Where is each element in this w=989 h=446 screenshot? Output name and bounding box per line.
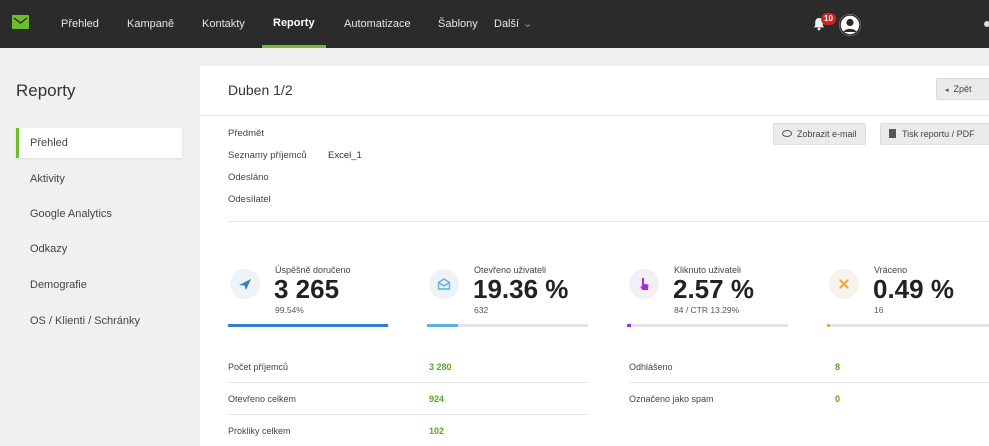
close-x-icon (829, 269, 859, 299)
stat-bounced-progress-fill (827, 324, 830, 327)
document-icon (889, 129, 896, 139)
stat-clicked-sub: 84 / CTR 13.29% (674, 305, 740, 315)
recipients-count-value: 3 280 (429, 362, 452, 372)
sidebar-item-odkazy[interactable]: Odkazy (16, 234, 182, 264)
marked-spam-label: Označeno jako spam (629, 394, 714, 404)
stat-bounced-value: 0.49 % (873, 274, 954, 304)
nav-item-kampane[interactable]: Kampaně (127, 0, 174, 48)
chevron-down-icon: ⌄ (523, 18, 533, 30)
nav-item-prehled[interactable]: Přehled (61, 0, 99, 48)
nav-item-dalsi-label: Další (494, 18, 520, 30)
nav-item-sablony-label: Šablony (438, 18, 478, 30)
user-avatar-icon[interactable] (839, 14, 861, 36)
stat-clicked-progress (627, 324, 788, 327)
sent-label: Odesláno (228, 172, 269, 183)
stat-clicked-progress-fill (627, 324, 631, 327)
sidebar-item-aktivity[interactable]: Aktivity (16, 164, 182, 194)
stat-opened-value: 19.36 % (473, 274, 569, 304)
nav-item-sablony[interactable]: Šablony (438, 0, 478, 48)
top-navigation-bar: Přehled Kampaně Kontakty Reporty Automat… (0, 0, 989, 48)
opened-total-label: Otevřeno celkem (228, 394, 297, 404)
stat-opened-progress (427, 324, 588, 327)
nav-item-automatizace[interactable]: Automatizace (344, 0, 411, 48)
nav-item-reporty[interactable]: Reporty (262, 0, 326, 48)
recipient-lists-value[interactable]: Excel_1 (328, 150, 362, 161)
sidebar-item-os-klienti-schranky[interactable]: OS / Klienti / Schránky (16, 306, 182, 336)
sender-label: Odesílatel (228, 194, 271, 205)
sidebar-title: Reporty (16, 81, 76, 100)
marked-spam-value: 0 (835, 394, 841, 404)
nav-item-kontakty[interactable]: Kontakty (202, 0, 245, 48)
stat-bounced-progress (827, 324, 989, 327)
stat-clicked-value: 2.57 % (673, 274, 754, 304)
opened-total-value: 924 (429, 394, 445, 404)
back-button[interactable]: ◂ Zpět (936, 78, 989, 100)
table-row-divider (629, 382, 989, 383)
show-email-button[interactable]: Zobrazit e-mail (773, 123, 866, 145)
sidebar-item-google-analytics[interactable]: Google Analytics (16, 199, 182, 229)
envelope-open-icon (429, 269, 459, 299)
stat-delivered-progress (228, 324, 389, 327)
recipients-count-label: Počet příjemců (228, 362, 289, 372)
unsubscribed-value: 8 (835, 362, 841, 372)
stat-delivered-value: 3 265 (274, 274, 340, 304)
report-main-panel: Duben 1/2 ◂ Zpět Předmět Seznamy příjemců… (200, 66, 989, 446)
stat-delivered-progress-fill (228, 324, 388, 327)
unsubscribed-label: Odhlášeno (629, 362, 673, 372)
stat-opened-sub: 632 (474, 305, 489, 315)
clicks-total-label: Prokliky celkem (228, 426, 291, 436)
chevron-left-icon: ◂ (945, 87, 949, 94)
table-row-divider (228, 382, 588, 383)
eye-icon (782, 130, 792, 138)
subject-label: Předmět (228, 128, 264, 139)
show-email-label: Zobrazit e-mail (797, 129, 857, 139)
print-report-label: Tisk reportu / PDF (902, 129, 975, 139)
stat-delivered-sub: 99.54% (275, 305, 304, 315)
back-button-label: Zpět (953, 84, 972, 94)
table-row-divider (228, 414, 588, 415)
paper-plane-icon (230, 269, 260, 299)
section-divider (228, 221, 989, 222)
notification-count-badge: 10 (821, 13, 836, 25)
page-title: Duben 1/2 (228, 82, 293, 98)
more-indicator-icon[interactable] (984, 21, 989, 27)
pointer-hand-icon (629, 269, 659, 299)
stat-opened-progress-fill (427, 324, 458, 327)
sidebar-item-demografie[interactable]: Demografie (16, 270, 182, 300)
stat-bounced-sub: 16 (874, 305, 884, 315)
clicks-total-value: 102 (429, 426, 445, 436)
print-report-button[interactable]: Tisk reportu / PDF (880, 123, 989, 145)
sidebar-item-prehled[interactable]: Přehled (16, 128, 182, 158)
nav-item-dalsi[interactable]: Další ⌄ (494, 0, 532, 48)
recipient-lists-label: Seznamy příjemců (228, 150, 307, 161)
report-header: Duben 1/2 ◂ Zpět (200, 66, 989, 116)
envelope-logo-icon[interactable] (12, 15, 29, 29)
